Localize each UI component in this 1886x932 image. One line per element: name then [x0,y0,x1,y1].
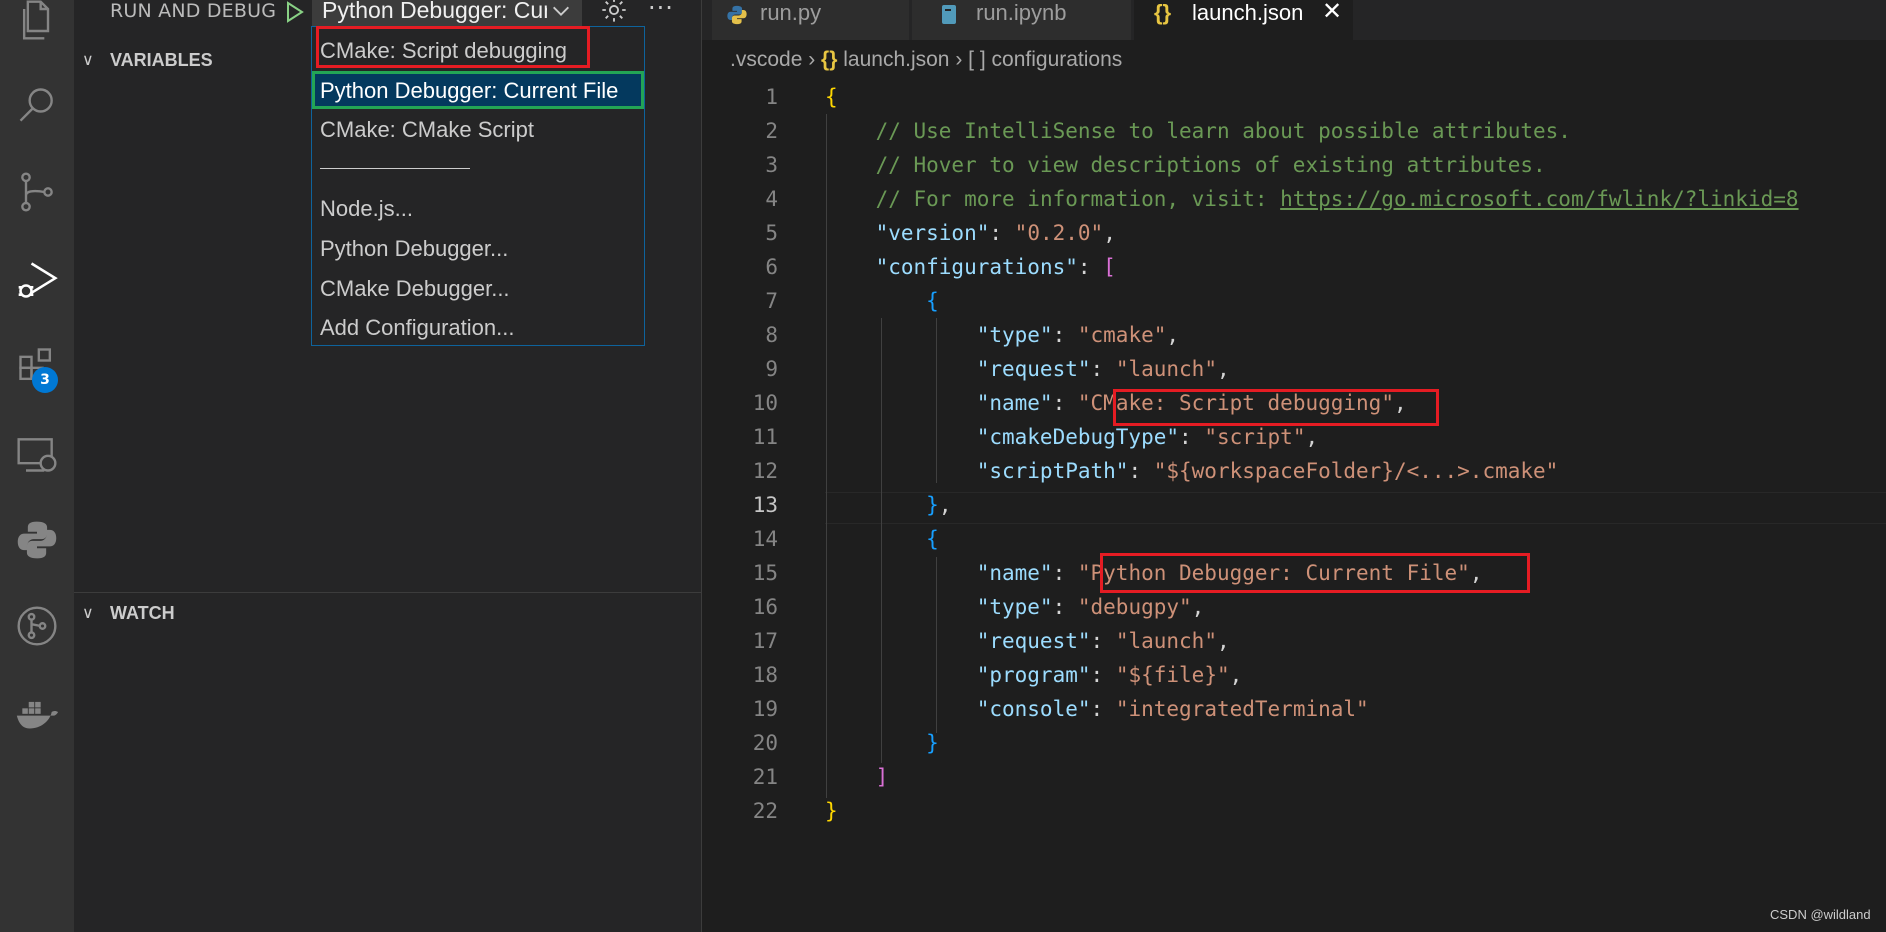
breadcrumb-folder[interactable]: .vscode [730,48,802,71]
line-number: 12 [752,459,778,483]
code-line: ] [875,765,889,789]
annotation-box [1113,389,1439,426]
code-line: // Hover to view descriptions of existin… [875,153,1546,177]
dropdown-item-python-debugger[interactable]: Python Debugger... [320,236,508,262]
code-line: "program": "${file}", [976,663,1243,687]
line-number: 8 [765,323,778,347]
code-line: // Use IntelliSense to learn about possi… [875,119,1571,143]
dropdown-item-cmake-debugger[interactable]: CMake Debugger... [320,276,510,302]
remote-explorer-icon[interactable] [0,424,74,484]
sidebar-title: RUN AND DEBUG [110,0,277,22]
line-number: 2 [765,119,778,143]
run-debug-icon[interactable] [0,250,74,310]
chevron-down-icon[interactable]: ∨ [82,603,94,622]
tab-run-ipynb[interactable]: run.ipynb [912,0,1132,40]
code-line: { [825,85,838,109]
chevron-right-icon: › [808,48,822,71]
python-file-icon [727,5,747,25]
tab-launch-json[interactable]: {} launch.json ✕ [1134,0,1354,40]
activity-bar: 3 [0,0,74,932]
chevron-right-icon: › [955,48,969,71]
more-actions-icon[interactable]: ··· [648,0,674,22]
code-line: } [825,799,838,823]
line-number: 18 [752,663,778,687]
dropdown-separator [320,168,470,169]
comment-link[interactable]: https://go.microsoft.com/fwlink/?linkid=… [1280,187,1798,211]
variables-section-header[interactable]: VARIABLES [110,50,213,71]
line-number: 5 [765,221,778,245]
code-line: "type": "debugpy", [976,595,1205,619]
code-line: { [926,289,939,313]
tab-label: run.ipynb [976,0,1067,25]
line-number: 9 [765,357,778,381]
close-icon[interactable]: ✕ [1322,0,1342,26]
breadcrumb-file[interactable]: launch.json [843,48,949,71]
docker-icon[interactable] [0,682,74,742]
json-file-icon: {} [821,48,838,71]
dropdown-item-nodejs[interactable]: Node.js... [320,196,413,222]
debug-config-select-value: Python Debugger: Current File [322,0,547,23]
indent-guide [826,114,827,798]
line-number: 4 [765,187,778,211]
watch-section-header[interactable]: WATCH [110,603,175,624]
chevron-down-icon[interactable]: ∨ [82,50,94,69]
code-line: { [926,527,939,551]
line-number: 17 [752,629,778,653]
line-number: 3 [765,153,778,177]
line-number: 16 [752,595,778,619]
line-number: 20 [752,731,778,755]
line-number: 7 [765,289,778,313]
line-number: 14 [752,527,778,551]
line-number: 22 [752,799,778,823]
tab-run-py[interactable]: run.py [712,0,910,40]
code-line: "cmakeDebugType": "script", [976,425,1319,449]
code-line: "scriptPath": "${workspaceFolder}/<...>.… [976,459,1559,483]
source-control-icon[interactable] [0,162,74,222]
array-icon: [ ] [968,48,986,71]
line-number-current: 13 [752,493,778,517]
code-line: "request": "launch", [976,357,1230,381]
breadcrumb: .vscode › {} launch.json › [ ] configura… [730,48,1122,72]
code-line: // For more information, visit: https://… [875,187,1799,211]
tab-label: launch.json [1192,0,1304,25]
line-number: 1 [765,85,778,109]
line-number: 10 [752,391,778,415]
python-icon[interactable] [0,510,74,570]
chevron-down-icon[interactable] [550,0,572,22]
code-line: "type": "cmake", [976,323,1180,347]
code-line: }, [926,493,952,517]
line-number: 21 [752,765,778,789]
dropdown-item-python-current-file[interactable]: Python Debugger: Current File [320,78,618,104]
json-file-icon: {} [1154,0,1172,25]
code-line: "configurations": [ [875,255,1116,279]
current-line-highlight [825,492,1886,524]
watermark: CSDN @wildland [1770,907,1871,922]
code-line: "console": "integratedTerminal" [976,697,1369,721]
line-number: 19 [752,697,778,721]
search-icon[interactable] [0,76,74,136]
line-number: 11 [752,425,778,449]
breadcrumb-node[interactable]: configurations [992,48,1123,71]
notebook-file-icon [942,5,956,24]
line-number: 6 [765,255,778,279]
files-icon[interactable] [0,0,74,50]
code-line: } [926,731,939,755]
section-divider [74,592,701,593]
line-number: 15 [752,561,778,585]
code-line: "version": "0.2.0", [875,221,1116,245]
annotation-box [316,26,590,68]
dropdown-item-cmake-script[interactable]: CMake: CMake Script [320,117,534,143]
dropdown-item-add-configuration[interactable]: Add Configuration... [320,315,514,341]
annotation-box [1100,553,1530,593]
extensions-badge: 3 [32,367,58,393]
code-line: "request": "launch", [976,629,1230,653]
git-graph-icon[interactable] [0,596,74,656]
tab-label: run.py [760,0,822,25]
start-debugging-button[interactable] [282,0,306,24]
gear-icon[interactable] [600,0,628,24]
